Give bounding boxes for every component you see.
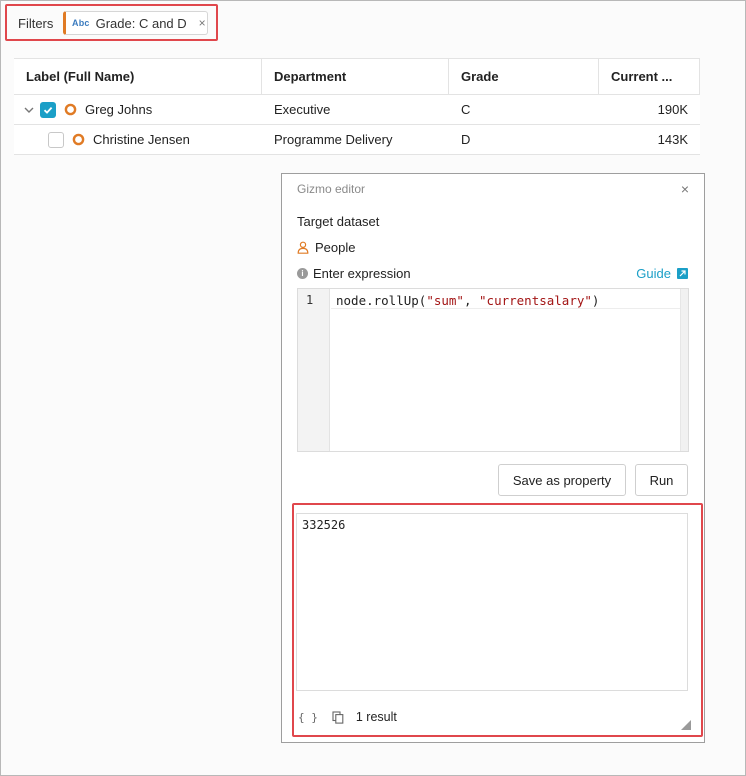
- people-table: Label (Full Name) Department Grade Curre…: [14, 58, 700, 155]
- chevron-down-icon[interactable]: [22, 103, 36, 117]
- close-icon[interactable]: ×: [681, 181, 689, 197]
- filter-chip-grade[interactable]: Abc Grade: C and D ×: [63, 11, 208, 35]
- braces-icon[interactable]: { }: [298, 711, 318, 724]
- dataset-name: People: [315, 240, 356, 255]
- copy-icon[interactable]: [332, 710, 344, 724]
- column-header-grade[interactable]: Grade: [449, 59, 599, 94]
- expression-label: Enter expression: [313, 266, 411, 281]
- table-row[interactable]: Greg Johns Executive C 190K: [14, 95, 700, 125]
- info-icon[interactable]: i: [297, 268, 308, 279]
- person-icon: [297, 241, 309, 254]
- result-count: 1 result: [355, 710, 397, 724]
- close-icon[interactable]: ×: [199, 16, 206, 30]
- label-cell: Greg Johns: [14, 95, 262, 124]
- label-cell: Christine Jensen: [14, 125, 262, 154]
- grade-cell: D: [461, 132, 471, 147]
- table-header: Label (Full Name) Department Grade Curre…: [14, 58, 700, 95]
- line-number: 1: [306, 293, 314, 307]
- salary-cell: 190K: [657, 102, 688, 117]
- table-row[interactable]: Christine Jensen Programme Delivery D 14…: [14, 125, 700, 155]
- result-output: 332526: [296, 513, 688, 691]
- target-dataset-label: Target dataset: [297, 214, 380, 229]
- code-line[interactable]: node.rollUp("sum", "currentsalary"): [336, 293, 599, 308]
- guide-link[interactable]: Guide: [636, 266, 688, 281]
- filter-chip-label: Grade: C and D: [95, 15, 187, 31]
- salary-cell: 143K: [657, 132, 688, 147]
- node-ring-icon: [64, 103, 77, 116]
- run-button[interactable]: Run: [635, 464, 688, 496]
- resize-handle[interactable]: [681, 720, 691, 730]
- result-value: 332526: [302, 518, 346, 532]
- column-header-current-salary[interactable]: Current ...: [599, 59, 700, 94]
- row-name: Christine Jensen: [93, 132, 190, 147]
- editor-scrollbar[interactable]: [680, 289, 688, 451]
- external-link-icon: [677, 268, 688, 279]
- expression-label-row: i Enter expression: [297, 266, 411, 281]
- row-checkbox[interactable]: [48, 131, 64, 148]
- row-checkbox[interactable]: [40, 101, 56, 118]
- checkmark-icon: [43, 106, 53, 114]
- code-string: "currentsalary": [479, 293, 592, 308]
- line-gutter: 1: [298, 289, 330, 451]
- dataset-selector[interactable]: People: [297, 240, 355, 255]
- result-footer: { } 1 result: [298, 710, 397, 724]
- column-header-department[interactable]: Department: [262, 59, 449, 94]
- code-token: node.rollUp(: [336, 293, 427, 308]
- filters-label: Filters: [18, 16, 54, 31]
- code-string: "sum": [426, 293, 464, 308]
- department-cell: Executive: [274, 102, 331, 117]
- panel-title: Gizmo editor: [297, 182, 366, 196]
- text-type-badge: Abc: [72, 18, 90, 28]
- code-token: ,: [463, 293, 480, 308]
- node-ring-icon: [72, 133, 85, 146]
- row-name: Greg Johns: [85, 102, 153, 117]
- grade-cell: C: [461, 102, 471, 117]
- guide-link-label: Guide: [636, 266, 671, 281]
- column-header-label[interactable]: Label (Full Name): [14, 59, 262, 94]
- code-token: ): [591, 293, 600, 308]
- save-as-property-button[interactable]: Save as property: [498, 464, 626, 496]
- expression-editor[interactable]: 1 node.rollUp("sum", "currentsalary"): [297, 288, 689, 452]
- department-cell: Programme Delivery: [274, 132, 393, 147]
